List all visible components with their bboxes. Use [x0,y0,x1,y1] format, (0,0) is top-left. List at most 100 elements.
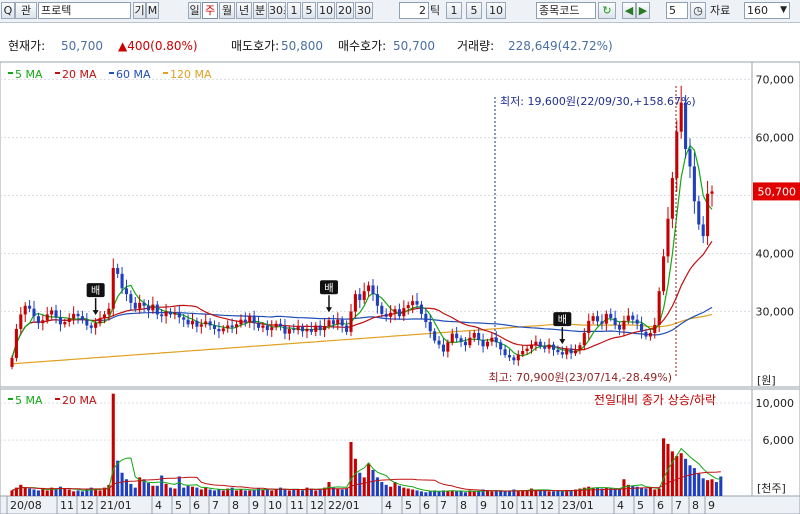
x-tick-label: 12 [540,499,554,512]
candle-body [358,294,362,300]
volume-bar [490,491,494,496]
candle-body [644,331,648,337]
volume-bar [701,478,705,496]
candle-body [261,325,265,328]
volume-bar [419,491,423,496]
candle-body [622,320,626,330]
candle-body [155,304,159,315]
volume-bar [111,393,115,496]
candle-body [296,326,300,331]
candle-body [160,314,164,317]
volume-note: 전일대비 종가 상승/하락 [594,393,716,407]
candle-body [234,324,239,328]
price-tick-label: 70,000 [756,73,795,86]
x-tick-label: 7 [212,499,219,512]
candle-body [525,348,529,352]
candle-body [556,349,560,353]
volume-unit-label: [천주] [757,481,786,495]
volume-bar [72,491,76,496]
volume-bar [688,465,692,496]
volume-bar [155,485,159,496]
volume-bar [173,488,177,496]
candle-body [168,311,173,315]
candle-body [283,326,287,334]
volume-bar [446,491,450,496]
candle-body [221,328,225,332]
price-tick-label: 40,000 [756,248,795,261]
volume-bar [248,490,252,496]
candle-body [384,313,388,317]
candle-body [239,319,243,325]
volume-bar [120,472,124,496]
legend-swatch [163,72,168,74]
candle-body [164,311,168,317]
low-annotation: 최저: 19,600원(22/09/30,+158.67%) [500,95,696,108]
volume-bar [675,455,679,496]
candle-body [692,166,696,202]
volume-bar [129,483,133,496]
candle-body [243,319,247,322]
candle-body [490,337,494,342]
candle-body [265,325,269,331]
candle-body [10,357,14,367]
candle-body [50,310,54,315]
volume-bar [54,489,58,496]
volume-bar [177,476,181,496]
volume-bar [485,490,490,496]
signal-marker-label: 배 [91,285,100,297]
volume-bar [362,477,366,496]
candle-body [336,319,340,325]
candle-body [323,326,327,331]
candle-body [252,316,256,324]
volume-bar [613,489,617,496]
legend-label: 120 MA [170,68,212,81]
volume-bar [274,489,278,496]
volume-bar [353,458,357,496]
candle-body [450,333,454,343]
price-plot-frame [0,61,753,388]
volume-bar [239,489,243,496]
candle-body [54,310,58,318]
candle-body [406,305,410,309]
candle-body [98,318,102,324]
x-tick-label: 8 [692,499,699,512]
x-tick-label: 7 [440,499,447,512]
candle-body [107,308,111,315]
candle-body [521,351,525,355]
volume-bar [631,485,635,496]
volume-bar [340,489,344,496]
volume-bar [551,491,556,496]
volume-bar [463,492,467,496]
candle-body [89,325,93,328]
candle-body [279,323,283,327]
volume-bar [208,489,212,496]
candle-body [512,357,516,361]
volume-bar [133,487,137,496]
candle-body [305,328,309,332]
candle-body [710,191,714,194]
candle-body [419,304,423,314]
candle-body [697,201,701,225]
candle-body [327,320,331,327]
candle-body [270,327,274,331]
volume-bar [296,489,300,496]
candle-body [349,311,353,332]
candle-body [36,316,40,324]
volume-bar [195,487,199,496]
candle-body [591,316,595,321]
candle-body [345,325,349,332]
x-tick-label: 10 [500,499,514,512]
candle-body [437,340,441,345]
candle-body [468,337,472,346]
volume-bar [221,490,225,496]
x-tick-label: 23/01 [562,499,594,512]
volume-bar [560,491,564,496]
candle-body [80,316,84,321]
volume-bar [204,487,208,496]
candle-body [340,319,344,326]
x-tick-label: 4 [617,499,624,512]
candle-body [85,320,89,326]
candle-body [217,328,221,332]
price-unit-label: [원] [757,374,776,387]
volume-bar [41,488,45,496]
